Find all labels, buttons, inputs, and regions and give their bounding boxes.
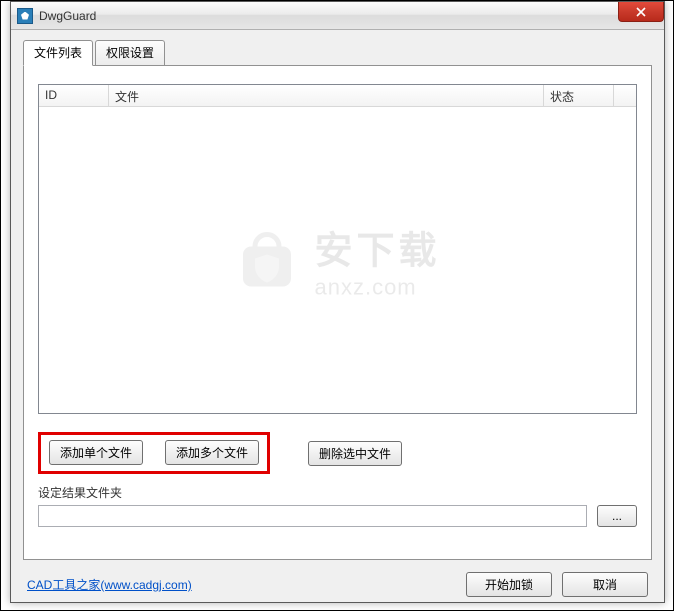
delete-selected-button[interactable]: 删除选中文件	[308, 441, 402, 466]
tab-permission-settings[interactable]: 权限设置	[95, 40, 165, 65]
watermark-cn: 安下载	[314, 220, 440, 275]
tab-label: 文件列表	[34, 46, 82, 60]
output-folder-input[interactable]	[38, 505, 587, 527]
tabstrip: 文件列表 权限设置	[23, 40, 652, 65]
watermark-en: anxz.com	[314, 275, 416, 301]
add-multiple-files-button[interactable]: 添加多个文件	[165, 440, 259, 465]
browse-button[interactable]: ...	[597, 505, 637, 527]
corner-marker	[38, 405, 47, 414]
tab-label: 权限设置	[106, 46, 154, 60]
highlight-annotation: 添加单个文件 添加多个文件	[38, 432, 270, 474]
column-header-file[interactable]: 文件	[109, 85, 544, 106]
client-area: 文件列表 权限设置 ID 文件 状态	[11, 30, 664, 602]
add-single-file-button[interactable]: 添加单个文件	[49, 440, 143, 465]
column-header-state[interactable]: 状态	[544, 85, 614, 106]
start-lock-button[interactable]: 开始加锁	[466, 572, 552, 597]
listview-body[interactable]: 安下载 anxz.com	[39, 107, 636, 413]
close-icon	[636, 7, 646, 17]
column-header-id[interactable]: ID	[39, 85, 109, 106]
column-header-spare[interactable]	[614, 85, 636, 106]
file-listview[interactable]: ID 文件 状态 安下载	[38, 84, 637, 414]
footer: CAD工具之家(www.cadgj.com) 开始加锁 取消	[23, 572, 652, 597]
output-folder-label: 设定结果文件夹	[38, 486, 122, 500]
tab-file-list[interactable]: 文件列表	[23, 40, 93, 66]
window-title: DwgGuard	[39, 9, 96, 23]
app-window: DwgGuard 文件列表 权限设置 ID	[10, 1, 665, 603]
app-icon	[17, 8, 33, 24]
vendor-link[interactable]: CAD工具之家(www.cadgj.com)	[27, 576, 192, 593]
close-button[interactable]	[618, 2, 664, 22]
watermark: 安下载 anxz.com	[234, 220, 440, 301]
listview-header: ID 文件 状态	[39, 85, 636, 107]
cancel-button[interactable]: 取消	[562, 572, 648, 597]
tabpanel-file-list: ID 文件 状态 安下载	[23, 65, 652, 560]
titlebar[interactable]: DwgGuard	[11, 2, 664, 30]
bag-shield-icon	[234, 228, 298, 292]
